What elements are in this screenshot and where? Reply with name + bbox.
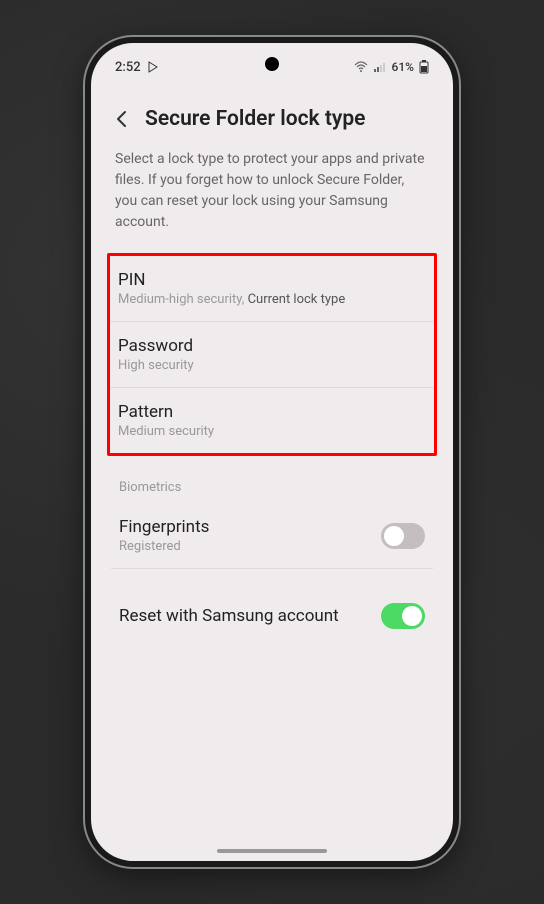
reset-title: Reset with Samsung account [119, 606, 339, 626]
toggle-knob [384, 526, 404, 546]
status-right: 61% [354, 60, 429, 74]
reset-toggle[interactable] [381, 603, 425, 629]
highlighted-lock-options: PIN Medium-high security, Current lock t… [107, 253, 437, 456]
lock-option-pattern[interactable]: Pattern Medium security [110, 388, 434, 453]
fingerprints-subtitle: Registered [119, 539, 381, 554]
option-subtitle: Medium security [118, 424, 426, 439]
fingerprints-toggle[interactable] [381, 523, 425, 549]
content-area: Secure Folder lock type Select a lock ty… [91, 83, 453, 861]
page-header: Secure Folder lock type [111, 83, 433, 149]
fingerprints-text: Fingerprints Registered [119, 517, 381, 554]
fingerprints-title: Fingerprints [119, 517, 381, 537]
option-title: Password [118, 336, 426, 356]
signal-icon [373, 61, 387, 73]
status-left: 2:52 [115, 60, 159, 75]
toggle-knob [402, 606, 422, 626]
phone-frame: 2:52 61% Secure Folder lock type Sel [85, 37, 459, 867]
option-title: Pattern [118, 402, 426, 422]
back-button[interactable] [111, 109, 131, 129]
option-subtitle: Medium-high security, Current lock type [118, 292, 426, 307]
description-text: Select a lock type to protect your apps … [111, 149, 433, 253]
biometrics-section-header: Biometrics [111, 456, 433, 503]
reset-samsung-item[interactable]: Reset with Samsung account [111, 585, 433, 647]
battery-percent: 61% [392, 60, 414, 74]
lock-option-password[interactable]: Password High security [110, 322, 434, 388]
play-store-icon [147, 61, 159, 73]
wifi-icon [354, 61, 368, 73]
fingerprints-item[interactable]: Fingerprints Registered [111, 503, 433, 569]
option-subtitle: High security [118, 358, 426, 373]
status-time: 2:52 [115, 60, 141, 75]
lock-option-pin[interactable]: PIN Medium-high security, Current lock t… [110, 256, 434, 322]
battery-icon [419, 60, 429, 74]
camera-notch [265, 57, 279, 71]
page-title: Secure Folder lock type [145, 107, 365, 131]
option-title: PIN [118, 270, 426, 290]
home-indicator[interactable] [217, 849, 327, 853]
